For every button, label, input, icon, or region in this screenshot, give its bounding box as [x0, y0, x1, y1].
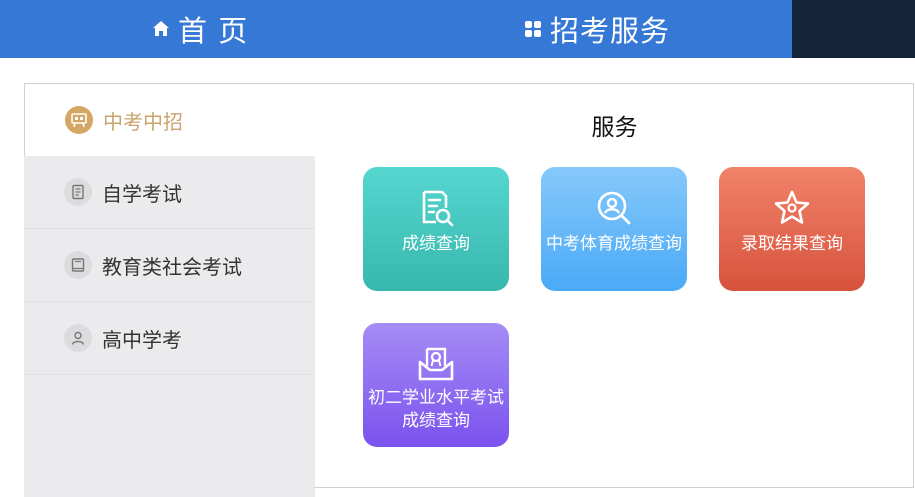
- card-label: 中考体育成绩查询: [546, 234, 682, 254]
- book-icon: [64, 251, 92, 279]
- sidebar-item-label: 教育类社会考试: [102, 254, 242, 279]
- sidebar-item-label: 中考中招: [103, 109, 183, 134]
- sidebar-item-high-school[interactable]: 高中学考: [24, 302, 315, 375]
- topbar-dark-region: [792, 0, 915, 58]
- nav-home[interactable]: 首 页: [150, 0, 248, 58]
- card-label-line1: 初二学业水平考试: [368, 388, 504, 408]
- card-label: 录取结果查询: [741, 234, 843, 254]
- nav-service-label: 招考服务: [550, 14, 671, 48]
- card-label-line2: 成绩查询: [402, 411, 470, 431]
- score-query-card[interactable]: 成绩查询: [363, 167, 509, 291]
- sidebar-item-label: 高中学考: [102, 327, 182, 352]
- sidebar: 中考中招 自学考试 教育类社会考试 高中学考: [24, 83, 315, 497]
- star-icon: [772, 187, 812, 229]
- home-icon: [150, 18, 172, 40]
- sidebar-item-label: 自学考试: [102, 181, 182, 206]
- location-search-icon: [594, 187, 634, 229]
- admission-result-card[interactable]: 录取结果查询: [719, 167, 865, 291]
- section-title: 服务: [591, 115, 638, 141]
- top-nav-bar: 首 页 招考服务: [0, 0, 915, 58]
- sidebar-item-zhongkao[interactable]: 中考中招: [24, 83, 315, 156]
- nav-exam-service[interactable]: 招考服务: [522, 0, 670, 58]
- nav-home-label: 首 页: [178, 14, 249, 48]
- sidebar-item-education-social[interactable]: 教育类社会考试: [24, 229, 315, 302]
- card-label: 初二学业水平考试 成绩查询: [368, 387, 504, 433]
- document-search-icon: [416, 187, 456, 229]
- grid-icon: [522, 18, 544, 40]
- school-icon: [65, 106, 93, 134]
- sidebar-item-self-study[interactable]: 自学考试: [24, 156, 315, 229]
- user-icon: [64, 324, 92, 352]
- card-label: 成绩查询: [402, 234, 470, 254]
- inbox-certificate-icon: [416, 343, 456, 385]
- grade8-score-query-card[interactable]: 初二学业水平考试 成绩查询: [363, 323, 509, 447]
- document-icon: [64, 178, 92, 206]
- pe-score-query-card[interactable]: 中考体育成绩查询: [541, 167, 687, 291]
